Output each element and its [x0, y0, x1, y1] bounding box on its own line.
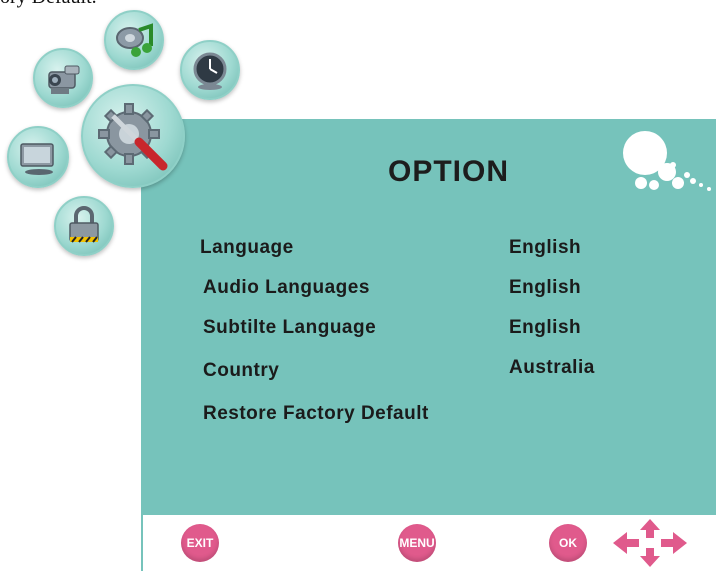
lock-icon[interactable] [54, 196, 114, 256]
clock-icon[interactable] [180, 40, 240, 100]
menu-value-audio-languages[interactable]: English [509, 277, 581, 299]
settings-tools-icon[interactable] [81, 84, 185, 188]
music-icon[interactable] [104, 10, 164, 70]
menu-value-language[interactable]: English [509, 237, 581, 259]
menu-item-restore-factory-default[interactable]: Restore Factory Default [203, 403, 429, 425]
camcorder-icon[interactable] [33, 48, 93, 108]
menu-item-subtitle-language[interactable]: Subtilte Language [203, 317, 376, 339]
directional-arrows-icon[interactable] [605, 517, 695, 569]
menu-value-country[interactable]: Australia [509, 357, 595, 379]
option-panel: OPTION Language English Audio Languages … [141, 119, 716, 515]
ok-button[interactable]: OK [549, 524, 587, 562]
bubbles-decoration-icon [623, 131, 711, 191]
footer-bar: EXIT MENU OK [141, 515, 716, 571]
top-caption: ory Default. [0, 0, 97, 9]
monitor-icon[interactable] [7, 126, 69, 188]
menu-value-subtitle-language[interactable]: English [509, 317, 581, 339]
menu-item-audio-languages[interactable]: Audio Languages [203, 277, 370, 299]
exit-button[interactable]: EXIT [181, 524, 219, 562]
menu-button[interactable]: MENU [398, 524, 436, 562]
menu-item-country[interactable]: Country [203, 360, 279, 382]
menu-item-language[interactable]: Language [200, 237, 294, 259]
